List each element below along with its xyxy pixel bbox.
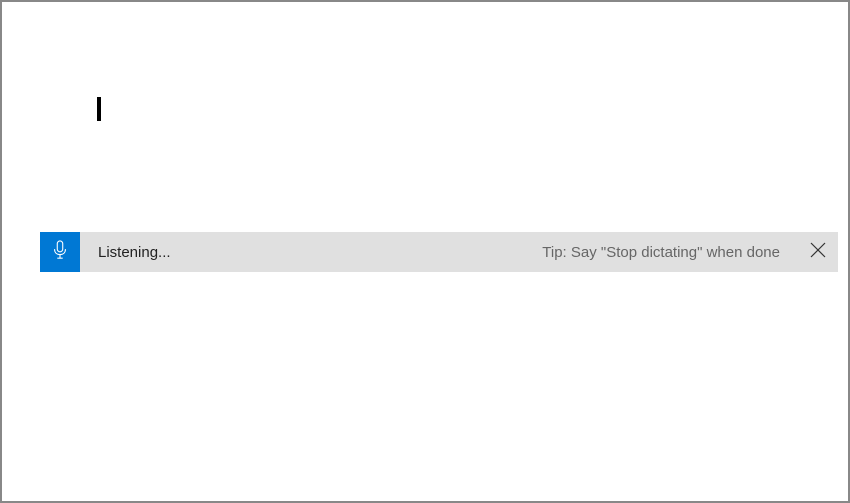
microphone-icon	[52, 240, 68, 265]
microphone-button[interactable]	[40, 232, 80, 272]
dictation-status-text: Listening...	[98, 244, 171, 261]
document-editor-area[interactable]	[2, 2, 848, 232]
dictation-tip-text: Tip: Say "Stop dictating" when done	[542, 244, 780, 261]
close-button[interactable]	[798, 232, 838, 272]
dictation-toolbar: Listening... Tip: Say "Stop dictating" w…	[40, 232, 838, 272]
close-icon	[810, 242, 826, 263]
text-cursor	[97, 97, 101, 121]
